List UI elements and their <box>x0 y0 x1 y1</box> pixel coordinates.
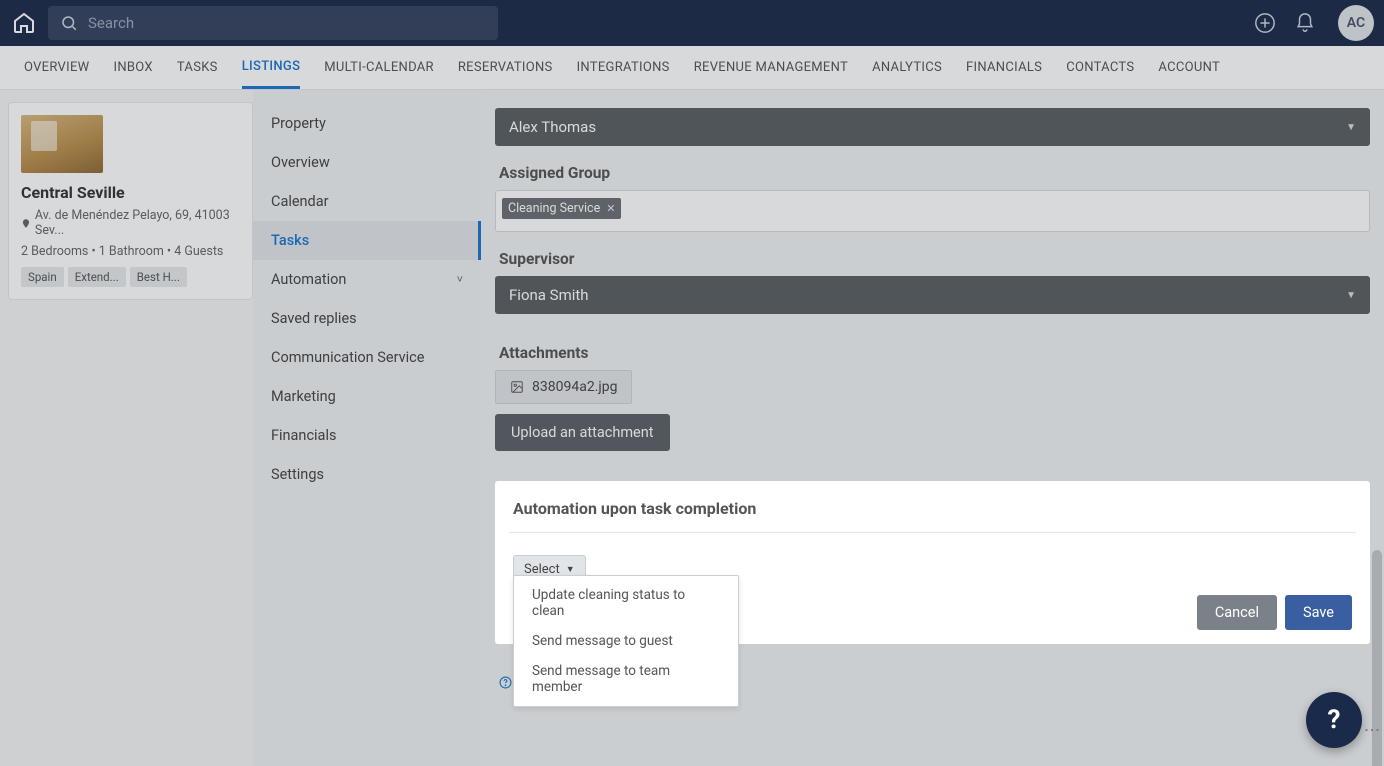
top-bar: AC <box>0 0 1384 46</box>
upload-attachment-button[interactable]: Upload an attachment <box>495 414 670 451</box>
sidenav-item-property[interactable]: Property <box>253 104 481 143</box>
scrollbar-track[interactable] <box>1370 90 1384 766</box>
help-icon <box>499 676 512 689</box>
avatar[interactable]: AC <box>1338 5 1374 41</box>
listing-tag[interactable]: Spain <box>21 267 64 287</box>
sidenav-item-marketing[interactable]: Marketing <box>253 377 481 416</box>
automation-option[interactable]: Send message to guest <box>514 626 738 656</box>
listing-tags: SpainExtend...Best H... <box>21 267 240 287</box>
sidenav-label: Calendar <box>271 193 329 210</box>
supervisor-select[interactable]: Fiona Smith▼ <box>495 276 1370 314</box>
sidenav-item-overview[interactable]: Overview <box>253 143 481 182</box>
listing-tag[interactable]: Best H... <box>130 267 187 287</box>
search-input[interactable] <box>88 14 486 32</box>
supervisor-label: Supervisor <box>499 250 1370 268</box>
assigned-group-input[interactable]: Cleaning Service ✕ <box>495 190 1370 232</box>
sidenav-item-saved-replies[interactable]: Saved replies <box>253 299 481 338</box>
tab-multi-calendar[interactable]: MULTI-CALENDAR <box>324 46 434 89</box>
tab-overview[interactable]: OVERVIEW <box>24 46 90 89</box>
listing-thumbnail <box>21 115 103 173</box>
listing-address: Av. de Menéndez Pelayo, 69, 41003 Sev... <box>21 208 240 238</box>
chevron-down-icon: ▼ <box>566 564 575 575</box>
automation-option[interactable]: Send message to team member <box>514 656 738 702</box>
sidenav-label: Overview <box>271 154 330 171</box>
sidenav-item-settings[interactable]: Settings <box>253 455 481 494</box>
home-logo-icon[interactable] <box>10 9 38 37</box>
assigned-group-label: Assigned Group <box>499 164 1370 182</box>
tab-integrations[interactable]: INTEGRATIONS <box>577 46 670 89</box>
listing-tag[interactable]: Extend... <box>68 267 126 287</box>
save-button[interactable]: Save <box>1285 595 1352 630</box>
sidenav-label: Financials <box>271 427 336 444</box>
listing-sidenav: Property Overview Calendar Tasks Automation ˅… <box>253 90 481 766</box>
group-chip[interactable]: Cleaning Service ✕ <box>502 198 621 219</box>
attachments-label: Attachments <box>499 344 1370 362</box>
tab-revenue-management[interactable]: REVENUE MANAGEMENT <box>694 46 848 89</box>
tab-reservations[interactable]: RESERVATIONS <box>458 46 553 89</box>
sidenav-item-calendar[interactable]: Calendar <box>253 182 481 221</box>
fab-more-icon[interactable]: ⋮ <box>1363 722 1382 736</box>
close-icon[interactable]: ✕ <box>606 202 615 215</box>
sidenav-item-tasks[interactable]: Tasks <box>253 221 481 260</box>
tab-account[interactable]: ACCOUNT <box>1158 46 1220 89</box>
sidenav-item-financials[interactable]: Financials <box>253 416 481 455</box>
sidenav-label: Automation <box>271 271 346 288</box>
assignee-select[interactable]: Alex Thomas▼ <box>495 108 1370 146</box>
pin-icon <box>21 218 31 229</box>
listing-meta: 2 Bedrooms • 1 Bathroom • 4 Guests <box>21 244 240 259</box>
listing-title: Central Seville <box>21 183 240 202</box>
sidenav-label: Property <box>271 115 326 132</box>
chevron-down-icon: ˅ <box>457 273 463 286</box>
cancel-button[interactable]: Cancel <box>1197 595 1277 630</box>
sidenav-label: Marketing <box>271 388 336 405</box>
automation-title: Automation upon task completion <box>513 499 1352 518</box>
bell-icon[interactable] <box>1290 8 1320 38</box>
chevron-down-icon: ▼ <box>1346 122 1356 133</box>
attachment-file[interactable]: 838094a2.jpg <box>495 370 632 404</box>
automation-dropdown: Update cleaning status to cleanSend mess… <box>513 575 739 707</box>
tab-listings[interactable]: LISTINGS <box>242 46 301 89</box>
listing-card: Central Seville Av. de Menéndez Pelayo, … <box>8 102 253 300</box>
tab-analytics[interactable]: ANALYTICS <box>872 46 942 89</box>
main-tabs: OVERVIEW INBOX TASKS LISTINGS MULTI-CALENDAR… <box>0 46 1384 90</box>
sidenav-item-communication-service[interactable]: Communication Service <box>253 338 481 377</box>
tab-inbox[interactable]: INBOX <box>114 46 153 89</box>
main-panel: Alex Thomas▼ Assigned Group Cleaning Ser… <box>481 90 1384 766</box>
tab-contacts[interactable]: CONTACTS <box>1066 46 1134 89</box>
image-icon <box>510 380 524 394</box>
sidenav-item-automation[interactable]: Automation ˅ <box>253 260 481 299</box>
automation-section: Automation upon task completion Select ▼… <box>495 481 1370 644</box>
chevron-down-icon: ▼ <box>1346 290 1356 301</box>
global-search[interactable] <box>48 6 498 40</box>
tab-tasks[interactable]: TASKS <box>177 46 218 89</box>
automation-option[interactable]: Update cleaning status to clean <box>514 580 738 626</box>
help-fab[interactable]: ? <box>1306 692 1362 748</box>
sidenav-label: Communication Service <box>271 349 424 366</box>
tab-financials[interactable]: FINANCIALS <box>966 46 1042 89</box>
add-icon[interactable] <box>1250 8 1280 38</box>
sidenav-label: Saved replies <box>271 310 357 327</box>
sidenav-label: Tasks <box>271 232 309 249</box>
search-icon <box>60 14 78 32</box>
sidenav-label: Settings <box>271 466 324 483</box>
